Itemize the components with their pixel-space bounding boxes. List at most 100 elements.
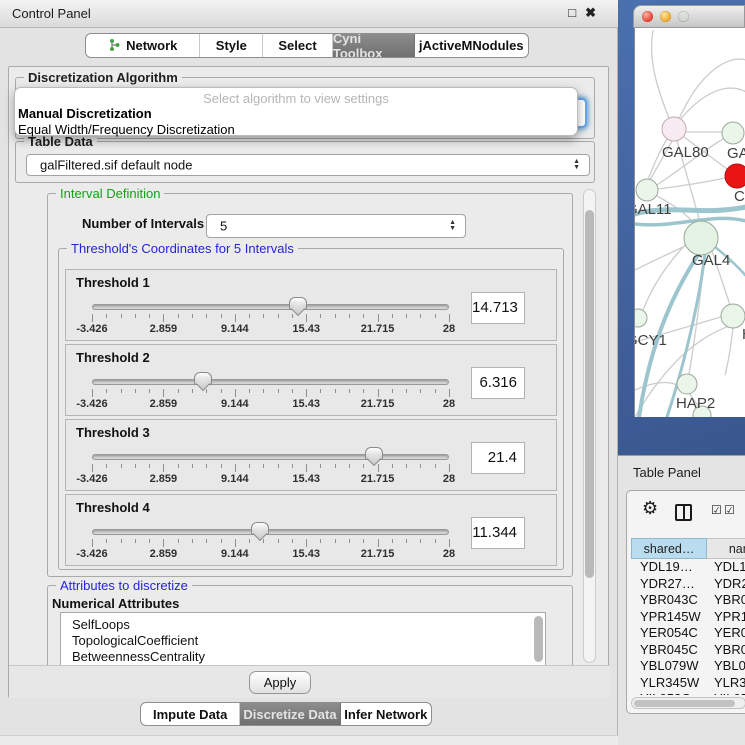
cell-name: YDR27: [707, 576, 745, 593]
tab-network[interactable]: Network: [86, 34, 200, 57]
slider-track[interactable]: [92, 529, 449, 535]
column-header-name[interactable]: name: [707, 538, 745, 559]
close-traffic-light-icon[interactable]: [642, 11, 653, 22]
threshold-value-field[interactable]: 21.4: [471, 442, 525, 474]
slider-thumb[interactable]: [289, 297, 307, 310]
tab-cyni-toolbox[interactable]: Cyni Toolbox: [333, 34, 415, 57]
threshold-label: Threshold 2: [76, 350, 150, 365]
table-row[interactable]: YER054CYER054C: [631, 625, 745, 642]
slider-ticks: [92, 314, 449, 322]
table-row[interactable]: YBL079WYBL079W: [631, 658, 745, 675]
interval-definition-title: Interval Definition: [56, 187, 164, 201]
columns-icon[interactable]: [675, 504, 692, 521]
zoom-traffic-light-icon[interactable]: [678, 11, 689, 22]
tick-mark: [263, 389, 264, 393]
select-checkbox-icon[interactable]: ☑: [711, 503, 722, 517]
tab-infer-network[interactable]: Infer Network: [341, 703, 431, 725]
table-row[interactable]: YBR045CYBR045C: [631, 642, 745, 659]
tick-mark: [435, 464, 436, 468]
tab-jactivemnodules[interactable]: jActiveMNodules: [415, 34, 528, 57]
table-data-combobox[interactable]: galFiltered.sif default node ▲▼: [26, 154, 590, 176]
tab-select[interactable]: Select: [263, 34, 333, 57]
threshold-slider[interactable]: -3.4262.8599.14415.4321.71528: [92, 379, 449, 409]
close-icon[interactable]: ✖: [585, 5, 596, 21]
float-window-icon[interactable]: □: [568, 5, 576, 21]
threshold-coordinates-title: Threshold's Coordinates for 5 Intervals: [67, 241, 298, 256]
table-horizontal-scrollbar-thumb[interactable]: [634, 700, 735, 707]
threshold-value-field[interactable]: 6.316: [471, 367, 525, 399]
settings-scrollbar[interactable]: [583, 189, 596, 663]
settings-scrollbar-thumb[interactable]: [585, 210, 594, 578]
network-edge[interactable]: [725, 328, 733, 375]
table-row[interactable]: YDL19…YDL19: [631, 559, 745, 576]
attribute-item-topologicalcoefficient[interactable]: TopologicalCoefficient: [61, 633, 545, 649]
network-edge[interactable]: [652, 30, 669, 118]
network-node-label: GAL80: [662, 144, 709, 161]
network-node-ga[interactable]: [722, 122, 744, 144]
network-view-canvas[interactable]: GAL80GACGAL11GAL4GCY1HHAP2: [634, 28, 745, 417]
network-graph[interactable]: GAL80GACGAL11GAL4GCY1HHAP2: [635, 28, 745, 417]
slider-track[interactable]: [92, 304, 449, 310]
table-row[interactable]: YPR145WYPR145W: [631, 609, 745, 626]
network-edge[interactable]: [635, 383, 679, 390]
tick-mark: [235, 539, 236, 547]
network-node-hap2[interactable]: [677, 374, 697, 394]
tick-mark: [263, 539, 264, 543]
tick-mark: [163, 389, 164, 397]
threshold-slider[interactable]: -3.4262.8599.14415.4321.71528: [92, 529, 449, 559]
table-row[interactable]: YBR043CYBR043C: [631, 592, 745, 609]
attribute-item-selfloops[interactable]: SelfLoops: [61, 617, 545, 633]
slider-track[interactable]: [92, 379, 449, 385]
tick-mark: [406, 389, 407, 393]
threshold-value-field[interactable]: 14.713: [471, 292, 525, 324]
network-node-label: GA: [727, 145, 745, 162]
tick-mark: [92, 539, 93, 547]
tab-style[interactable]: Style: [200, 34, 263, 57]
network-edge[interactable]: [643, 242, 688, 310]
table-row[interactable]: YLR345WYLR345W: [631, 675, 745, 692]
select-all-checkbox-icon[interactable]: ☑: [724, 503, 735, 517]
table-row[interactable]: YDR27…YDR27: [631, 576, 745, 593]
algorithm-option-manual-discretization[interactable]: Manual Discretization: [15, 106, 577, 122]
network-edge[interactable]: [635, 245, 687, 270]
threshold-slider[interactable]: -3.4262.8599.14415.4321.71528: [92, 454, 449, 484]
table-horizontal-scrollbar[interactable]: [631, 697, 745, 709]
network-node-c[interactable]: [725, 164, 745, 188]
tick-mark: [392, 314, 393, 318]
threshold-value-field[interactable]: 11.344: [471, 517, 525, 549]
tab-discretize-data[interactable]: Discretize Data: [240, 703, 340, 725]
network-edge[interactable]: [658, 178, 725, 189]
slider-thumb[interactable]: [365, 447, 383, 460]
tick-label: 9.144: [221, 398, 249, 410]
table-row[interactable]: YIL052CYIL052C: [631, 691, 745, 695]
interval-definition-group: Interval Definition Number of Intervals …: [47, 193, 573, 577]
attribute-item-betweennesscentrality[interactable]: BetweennessCentrality: [61, 649, 545, 665]
number-of-intervals-combobox[interactable]: 5 ▲▼: [206, 214, 466, 238]
column-header-shared-name[interactable]: shared…: [631, 538, 707, 559]
apply-button[interactable]: Apply: [249, 671, 311, 694]
tick-mark: [435, 314, 436, 318]
network-node-gal4[interactable]: [684, 221, 718, 255]
gear-icon[interactable]: ⚙: [642, 499, 658, 517]
minimize-traffic-light-icon[interactable]: [660, 11, 671, 22]
slider-thumb[interactable]: [251, 522, 269, 535]
network-node-gcy1[interactable]: [635, 309, 647, 327]
tab-label: Cyni Toolbox: [333, 33, 414, 58]
network-node-gal11[interactable]: [636, 179, 658, 201]
list-scrollbar-thumb[interactable]: [534, 616, 543, 662]
algorithm-option-equal-width-frequency-discretization[interactable]: Equal Width/Frequency Discretization: [15, 122, 577, 138]
tick-mark: [249, 539, 250, 543]
slider-track[interactable]: [92, 454, 449, 460]
tick-mark: [363, 389, 364, 393]
table-body: YDL19…YDL19YDR27…YDR27YBR043CYBR043CYPR1…: [631, 559, 745, 695]
cell-shared-name: YDR27…: [631, 576, 707, 593]
tick-label: -3.426: [76, 548, 107, 560]
tab-impute-data[interactable]: Impute Data: [141, 703, 240, 725]
network-node-gal80[interactable]: [662, 117, 686, 141]
slider-thumb[interactable]: [194, 372, 212, 385]
tick-mark: [249, 314, 250, 318]
slider-tick-labels: -3.4262.8599.14415.4321.71528: [92, 398, 449, 410]
numerical-attributes-list[interactable]: SelfLoopsTopologicalCoefficientBetweenne…: [60, 612, 546, 665]
threshold-slider[interactable]: -3.4262.8599.14415.4321.71528: [92, 304, 449, 334]
network-node-h[interactable]: [721, 304, 745, 328]
